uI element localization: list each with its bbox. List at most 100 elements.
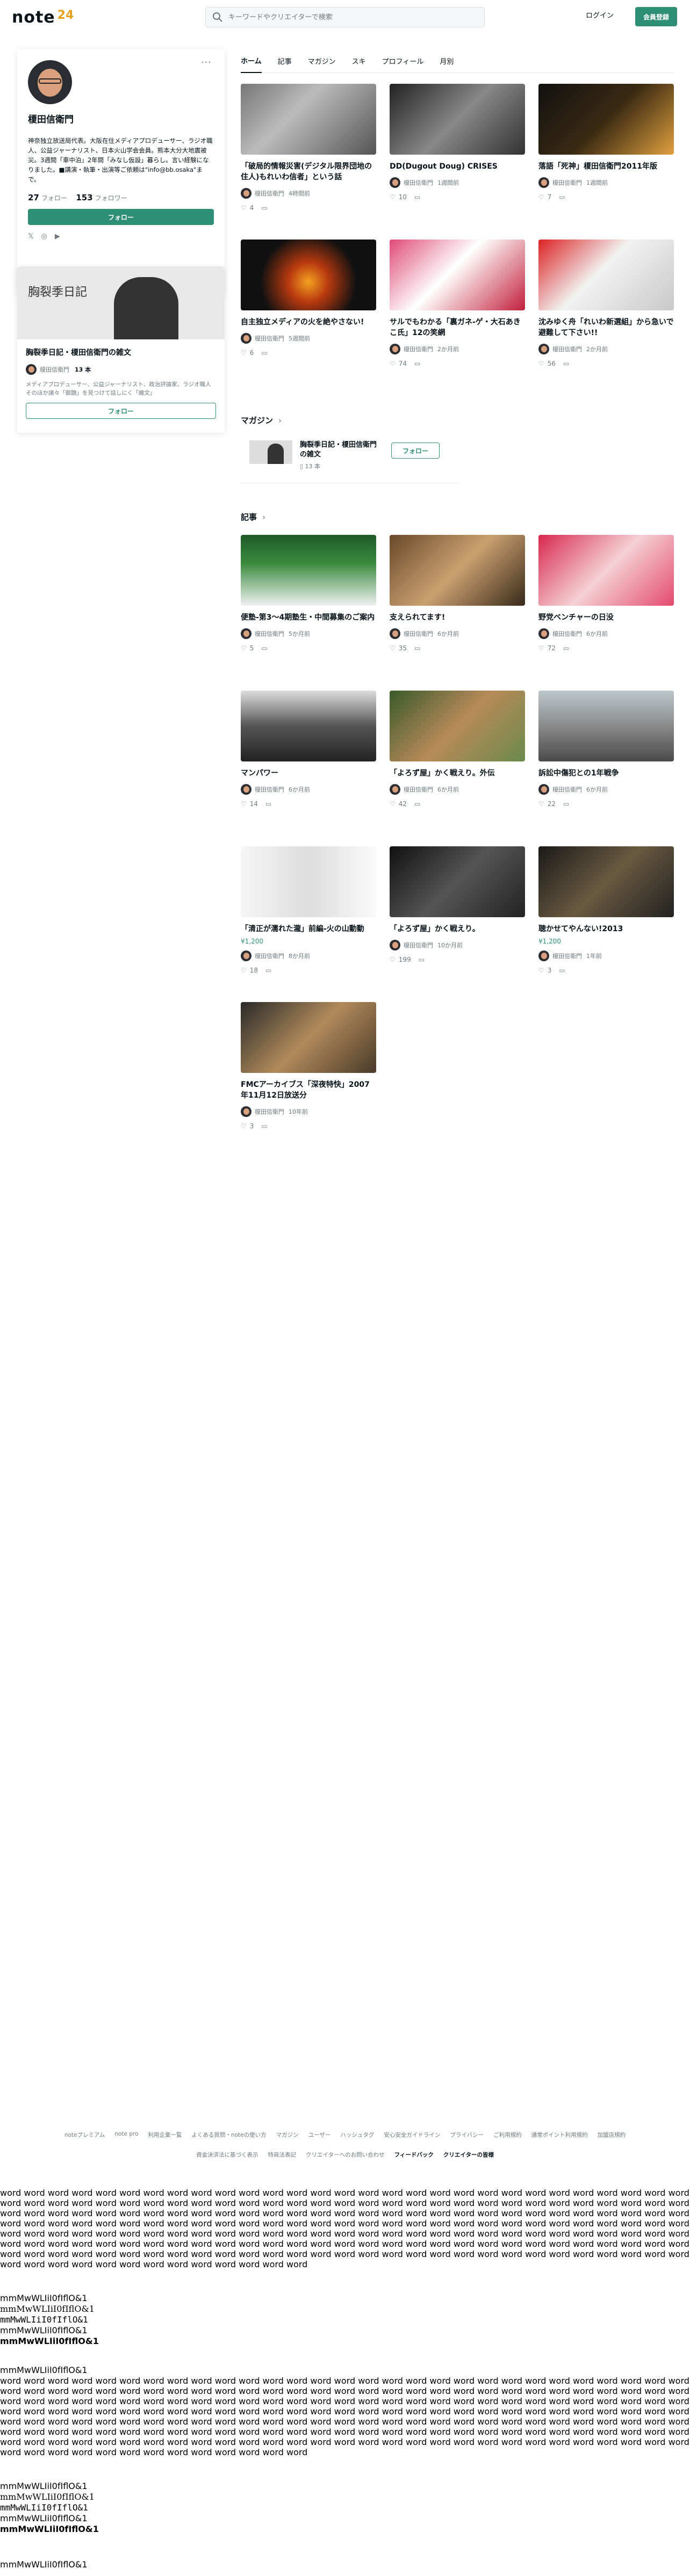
author-name[interactable]: 榎田信衛門 — [255, 334, 284, 343]
footer-link[interactable]: フィードバック — [394, 2151, 434, 2159]
article-card[interactable]: 自主独立メディアの火を絶やさない! 榎田信衛門 5週間前 ♡ 6 ▭ — [241, 240, 376, 395]
avatar[interactable] — [241, 950, 251, 961]
article-thumbnail[interactable] — [390, 846, 525, 917]
article-title[interactable]: 落語「死神」榎田信衛門2011年版 — [538, 161, 674, 172]
author-name[interactable]: 榎田信衛門 — [552, 785, 582, 794]
article-card[interactable]: 訴訟中傷犯との1年戦争 榎田信衛門 6か月前 ♡ 22 ▭ — [538, 691, 674, 846]
article-thumbnail[interactable] — [241, 1002, 376, 1073]
heart-icon[interactable]: ♡ — [241, 800, 247, 808]
heart-icon[interactable]: ♡ — [538, 800, 544, 808]
article-card[interactable]: 「清正が濡れた瀧」前編-火の山動動 ¥1,200 榎田信衛門 8か月前 ♡ 18… — [241, 846, 376, 1002]
heart-icon[interactable]: ♡ — [538, 360, 544, 367]
comment-icon[interactable]: ▭ — [559, 967, 565, 974]
author-name[interactable]: 榎田信衛門 — [404, 629, 433, 638]
article-thumbnail[interactable] — [390, 691, 525, 761]
comment-icon[interactable]: ▭ — [559, 193, 565, 201]
comment-icon[interactable]: ▭ — [563, 360, 569, 367]
footer-link[interactable]: 通常ポイント利用規約 — [531, 2131, 588, 2139]
article-title[interactable]: 「破局的情報災害(デジタル限界団地の住人)もれいわ信者」という話 — [241, 161, 376, 183]
magazine-card[interactable]: 胸裂季日記 胸裂季日記・榎田信衛門の雑文 榎田信衛門 13 本 メディアプロデュ… — [17, 266, 225, 433]
footer-link[interactable]: クリエイターの皆様 — [443, 2151, 494, 2159]
author-name[interactable]: 榎田信衛門 — [552, 345, 582, 353]
search-bar[interactable] — [205, 7, 485, 27]
heart-icon[interactable]: ♡ — [390, 800, 396, 808]
footer-link[interactable]: クリエイターへのお問い合わせ — [306, 2151, 385, 2159]
article-title[interactable]: DD(Dugout Doug) CRISES — [390, 161, 525, 172]
footer-link[interactable]: 安心安全ガイドライン — [384, 2131, 440, 2139]
footer-link[interactable]: 資金決済法に基づく表示 — [196, 2151, 258, 2159]
comment-icon[interactable]: ▭ — [563, 644, 569, 652]
article-thumbnail[interactable] — [538, 84, 674, 155]
article-card[interactable]: 野党ベンチャーの日没 榎田信衛門 6か月前 ♡ 72 ▭ — [538, 535, 674, 691]
comment-icon[interactable]: ▭ — [414, 360, 420, 367]
avatar[interactable] — [241, 333, 251, 344]
author-name[interactable]: 榎田信衛門 — [255, 629, 284, 638]
article-card[interactable]: 「よろず屋」かく戦えり。外伝 榎田信衛門 6か月前 ♡ 42 ▭ — [390, 691, 525, 846]
article-card[interactable]: 落語「死神」榎田信衛門2011年版 榎田信衛門 1週間前 ♡ 7 ▭ — [538, 84, 674, 240]
footer-link[interactable]: ユーザー — [308, 2131, 331, 2139]
article-card[interactable]: マンパワー 榎田信衛門 6か月前 ♡ 14 ▭ — [241, 691, 376, 846]
following-label[interactable]: フォロー — [41, 194, 67, 202]
magazine-section-title[interactable]: マガジン › — [241, 415, 282, 426]
footer-link[interactable]: ご利用規約 — [493, 2131, 522, 2139]
article-title[interactable]: 「清正が濡れた瀧」前編-火の山動動 — [241, 924, 376, 934]
heart-icon[interactable]: ♡ — [241, 644, 247, 652]
avatar[interactable] — [390, 177, 400, 188]
article-title[interactable]: 自主独立メディアの火を絶やさない! — [241, 317, 376, 328]
heart-icon[interactable]: ♡ — [241, 1122, 247, 1130]
article-thumbnail[interactable] — [390, 535, 525, 606]
avatar[interactable] — [241, 784, 251, 795]
heart-icon[interactable]: ♡ — [241, 967, 247, 974]
comment-icon[interactable]: ▭ — [265, 800, 271, 808]
author-name[interactable]: 榎田信衛門 — [255, 1107, 284, 1116]
author-name[interactable]: 榎田信衛門 — [404, 345, 433, 353]
article-card[interactable]: サルでもわかる「裏ガネ-ゲ・大石あきこ氏」12の笑網 榎田信衛門 2か月前 ♡ … — [390, 240, 525, 395]
avatar[interactable] — [538, 628, 549, 639]
footer-link[interactable]: note pro — [114, 2131, 138, 2139]
article-thumbnail[interactable] — [390, 84, 525, 155]
avatar[interactable] — [241, 1106, 251, 1117]
heart-icon[interactable]: ♡ — [390, 360, 396, 367]
comment-icon[interactable]: ▭ — [265, 967, 271, 974]
signup-button[interactable]: 会員登録 — [635, 7, 677, 26]
comment-icon[interactable]: ▭ — [563, 800, 569, 808]
avatar[interactable] — [538, 784, 549, 795]
avatar[interactable] — [538, 950, 549, 961]
x-icon[interactable]: 𝕏 — [28, 233, 33, 241]
following-count[interactable]: 27 — [28, 193, 39, 202]
heart-icon[interactable]: ♡ — [390, 644, 396, 652]
heart-icon[interactable]: ♡ — [390, 193, 396, 201]
avatar[interactable] — [390, 940, 400, 950]
article-title[interactable]: 沈みゆく舟「れいわ新選組」から急いで避難して下さい!! — [538, 317, 674, 338]
article-card[interactable]: 聴かせてやんない!2013 ¥1,200 榎田信衛門 1年前 ♡ 3 ▭ — [538, 846, 674, 1002]
author-name[interactable]: 榎田信衛門 — [552, 952, 582, 960]
avatar[interactable] — [538, 344, 549, 354]
article-thumbnail[interactable] — [241, 84, 376, 155]
article-title[interactable]: 「よろず屋」かく戦えり。外伝 — [390, 768, 525, 779]
author-name[interactable]: 榎田信衛門 — [255, 952, 284, 960]
avatar[interactable] — [538, 177, 549, 188]
comment-icon[interactable]: ▭ — [261, 204, 267, 212]
footer-link[interactable]: 利用企業一覧 — [148, 2131, 182, 2139]
heart-icon[interactable]: ♡ — [538, 967, 544, 974]
author-name[interactable]: 榎田信衛門 — [404, 178, 433, 187]
author-name[interactable]: 榎田信衛門 — [404, 785, 433, 794]
author-name[interactable]: 榎田信衛門 — [255, 785, 284, 794]
article-card[interactable]: 「よろず屋」かく戦えり。 榎田信衛門 10か月前 ♡ 199 ▭ — [390, 846, 525, 1002]
article-title[interactable]: 聴かせてやんない!2013 — [538, 924, 674, 934]
comment-icon[interactable]: ▭ — [414, 193, 420, 201]
article-thumbnail[interactable] — [538, 691, 674, 761]
article-card[interactable]: DD(Dugout Doug) CRISES 榎田信衛門 1週間前 ♡ 10 ▭ — [390, 84, 525, 240]
follow-button[interactable]: フォロー — [28, 209, 214, 225]
footer-link[interactable]: ハッシュタグ — [340, 2131, 374, 2139]
tab-likes[interactable]: スキ — [352, 49, 366, 73]
tab-profile[interactable]: プロフィール — [382, 49, 424, 73]
article-title[interactable]: FMCアーカイブス「深夜特快」2007年11月12日放送分 — [241, 1079, 376, 1101]
magazine-follow-button[interactable]: フォロー — [391, 442, 440, 459]
avatar[interactable] — [390, 628, 400, 639]
article-title[interactable]: 支えられてます! — [390, 612, 525, 623]
article-thumbnail[interactable] — [538, 535, 674, 606]
footer-link[interactable]: よくある質問・noteの使い方 — [191, 2131, 266, 2139]
tab-monthly[interactable]: 月別 — [440, 49, 454, 73]
article-card[interactable]: 沈みゆく舟「れいわ新選組」から急いで避難して下さい!! 榎田信衛門 2か月前 ♡… — [538, 240, 674, 395]
